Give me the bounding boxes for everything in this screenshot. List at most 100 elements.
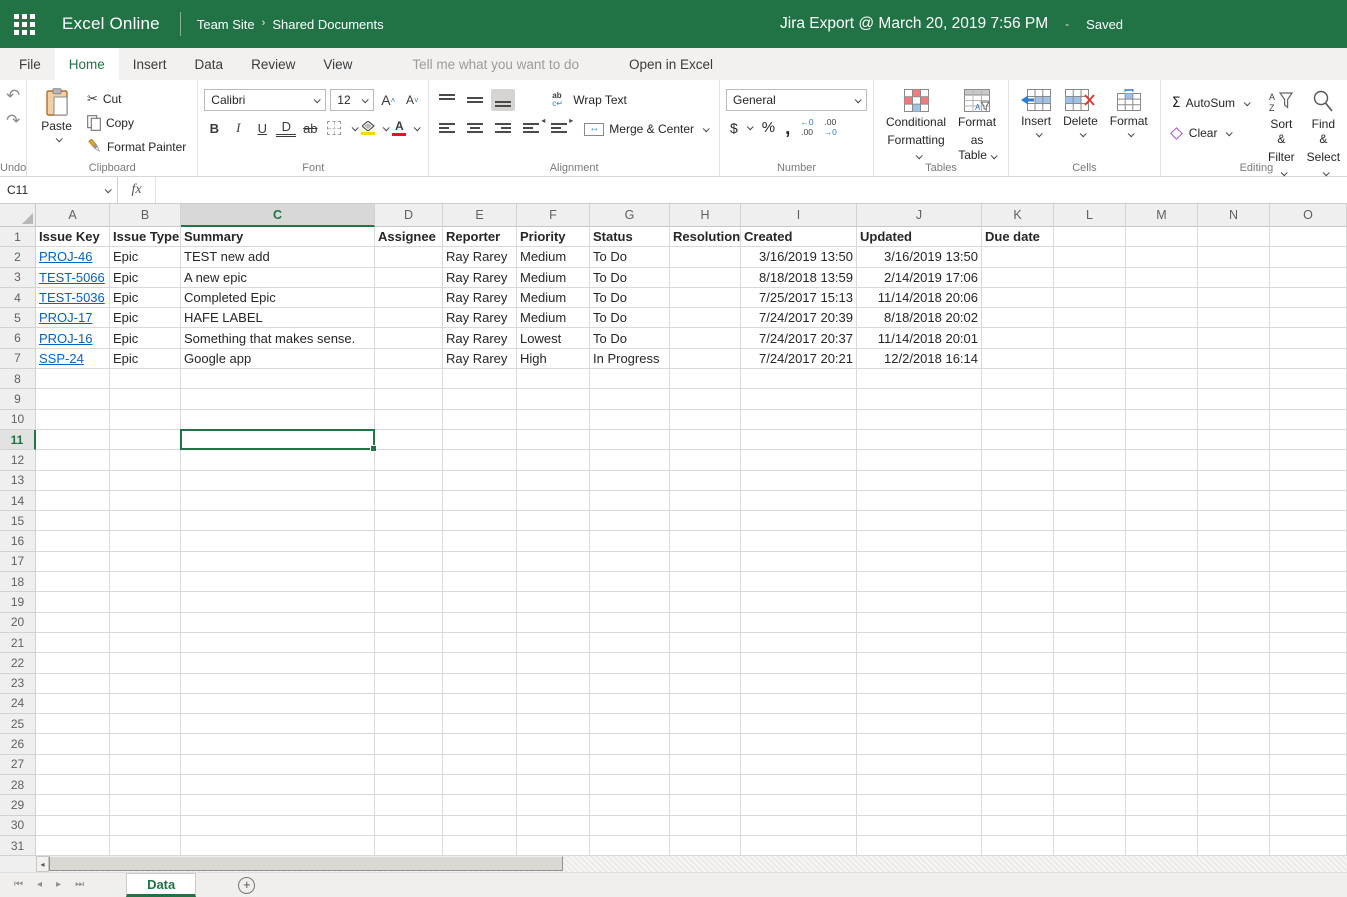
cell-D29[interactable]	[375, 795, 443, 815]
cell-L28[interactable]	[1054, 775, 1126, 795]
cell-G12[interactable]	[590, 450, 670, 470]
cell-G21[interactable]	[590, 633, 670, 653]
cell-A23[interactable]	[36, 674, 110, 694]
cell-K5[interactable]	[982, 308, 1054, 328]
cell-K22[interactable]	[982, 653, 1054, 673]
cell-L27[interactable]	[1054, 755, 1126, 775]
cell-M31[interactable]	[1126, 836, 1198, 856]
cell-B27[interactable]	[110, 755, 181, 775]
cell-M12[interactable]	[1126, 450, 1198, 470]
cell-E13[interactable]	[443, 471, 517, 491]
row-header-7[interactable]: 7	[0, 349, 36, 369]
cell-M21[interactable]	[1126, 633, 1198, 653]
cell-L6[interactable]	[1054, 328, 1126, 348]
cell-I19[interactable]	[741, 592, 857, 612]
cell-N16[interactable]	[1198, 531, 1270, 551]
cell-M5[interactable]	[1126, 308, 1198, 328]
cell-G13[interactable]	[590, 471, 670, 491]
cell-K19[interactable]	[982, 592, 1054, 612]
cell-M22[interactable]	[1126, 653, 1198, 673]
cell-G11[interactable]	[590, 430, 670, 450]
breadcrumb-section[interactable]: Shared Documents	[272, 17, 383, 32]
cell-A19[interactable]	[36, 592, 110, 612]
cell-C23[interactable]	[181, 674, 375, 694]
cell-E5[interactable]: Ray Rarey	[443, 308, 517, 328]
cell-I25[interactable]	[741, 714, 857, 734]
bottom-align-button[interactable]	[491, 89, 515, 111]
cell-L15[interactable]	[1054, 511, 1126, 531]
cell-A29[interactable]	[36, 795, 110, 815]
cell-L8[interactable]	[1054, 369, 1126, 389]
cell-L4[interactable]	[1054, 288, 1126, 308]
tab-review[interactable]: Review	[237, 48, 309, 80]
row-header-29[interactable]: 29	[0, 795, 36, 815]
cell-K18[interactable]	[982, 572, 1054, 592]
cell-D24[interactable]	[375, 694, 443, 714]
column-header-E[interactable]: E	[443, 204, 517, 227]
align-left-button[interactable]	[435, 118, 459, 140]
cell-N2[interactable]	[1198, 247, 1270, 267]
cell-N5[interactable]	[1198, 308, 1270, 328]
cell-K14[interactable]	[982, 491, 1054, 511]
tab-insert[interactable]: Insert	[119, 48, 181, 80]
cell-E16[interactable]	[443, 531, 517, 551]
cell-O30[interactable]	[1270, 816, 1347, 836]
cell-I29[interactable]	[741, 795, 857, 815]
cell-K11[interactable]	[982, 430, 1054, 450]
document-title[interactable]: Jira Export @ March 20, 2019 7:56 PM	[780, 15, 1048, 33]
cell-D13[interactable]	[375, 471, 443, 491]
cell-F6[interactable]: Lowest	[517, 328, 590, 348]
cell-J28[interactable]	[857, 775, 982, 795]
cell-N15[interactable]	[1198, 511, 1270, 531]
comma-style-button[interactable]: ,	[785, 121, 790, 134]
cell-B5[interactable]: Epic	[110, 308, 181, 328]
cell-F28[interactable]	[517, 775, 590, 795]
cell-I12[interactable]	[741, 450, 857, 470]
cell-A21[interactable]	[36, 633, 110, 653]
cell-I20[interactable]	[741, 613, 857, 633]
cell-N24[interactable]	[1198, 694, 1270, 714]
cell-N27[interactable]	[1198, 755, 1270, 775]
cell-J30[interactable]	[857, 816, 982, 836]
cell-A17[interactable]	[36, 552, 110, 572]
cell-F29[interactable]	[517, 795, 590, 815]
cell-G23[interactable]	[590, 674, 670, 694]
cell-B2[interactable]: Epic	[110, 247, 181, 267]
cell-J8[interactable]	[857, 369, 982, 389]
cell-L31[interactable]	[1054, 836, 1126, 856]
cell-A15[interactable]	[36, 511, 110, 531]
sheet-tab-data[interactable]: Data	[126, 873, 196, 897]
cell-G20[interactable]	[590, 613, 670, 633]
cell-H21[interactable]	[670, 633, 741, 653]
cell-K25[interactable]	[982, 714, 1054, 734]
cell-A30[interactable]	[36, 816, 110, 836]
cell-M16[interactable]	[1126, 531, 1198, 551]
paste-button[interactable]: Paste	[33, 86, 80, 144]
cell-G1[interactable]: Status	[590, 227, 670, 247]
cell-D12[interactable]	[375, 450, 443, 470]
cell-E28[interactable]	[443, 775, 517, 795]
cut-button[interactable]: ✂ Cut	[82, 88, 191, 110]
cell-M14[interactable]	[1126, 491, 1198, 511]
cell-C12[interactable]	[181, 450, 375, 470]
cell-L25[interactable]	[1054, 714, 1126, 734]
cell-M19[interactable]	[1126, 592, 1198, 612]
cell-J15[interactable]	[857, 511, 982, 531]
cell-E15[interactable]	[443, 511, 517, 531]
cell-D6[interactable]	[375, 328, 443, 348]
cell-M25[interactable]	[1126, 714, 1198, 734]
cell-F5[interactable]: Medium	[517, 308, 590, 328]
cell-A11[interactable]	[36, 430, 110, 450]
row-header-28[interactable]: 28	[0, 775, 36, 795]
cell-M26[interactable]	[1126, 734, 1198, 754]
cell-N19[interactable]	[1198, 592, 1270, 612]
cell-G27[interactable]	[590, 755, 670, 775]
cell-N26[interactable]	[1198, 734, 1270, 754]
cell-O19[interactable]	[1270, 592, 1347, 612]
next-sheet-icon[interactable]: ▸	[56, 880, 61, 890]
cell-J25[interactable]	[857, 714, 982, 734]
cell-K20[interactable]	[982, 613, 1054, 633]
cell-D14[interactable]	[375, 491, 443, 511]
cell-I5[interactable]: 7/24/2017 20:39	[741, 308, 857, 328]
name-box[interactable]: C11	[0, 177, 118, 203]
